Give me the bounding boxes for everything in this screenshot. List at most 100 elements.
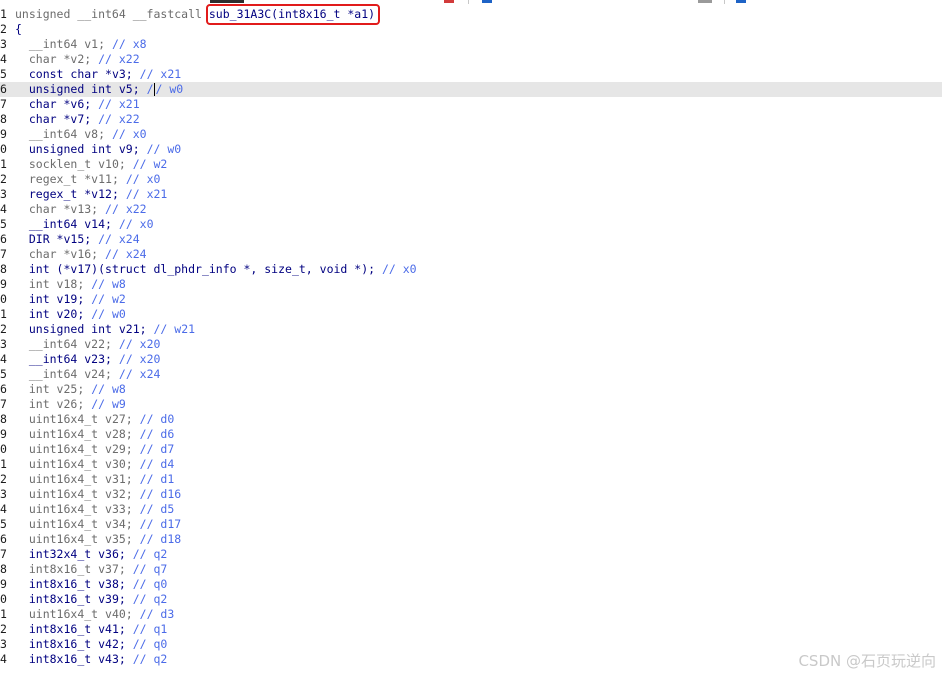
variable-declaration[interactable]: uint16x4_t v35; (29, 532, 133, 546)
code-line[interactable]: 7 int v26; // w9 (0, 397, 942, 412)
register-comment: // x21 (125, 187, 168, 201)
variable-declaration[interactable]: __int64 v8; (29, 127, 105, 141)
variable-declaration[interactable]: socklen_t v10; (29, 157, 126, 171)
variable-declaration[interactable]: int8x16_t v42; (29, 637, 126, 651)
variable-declaration[interactable]: char *v2; (29, 52, 91, 66)
code-line[interactable]: 0 unsigned int v9; // w0 (0, 142, 942, 157)
variable-declaration[interactable]: int v26; (29, 397, 84, 411)
register-comment: // x24 (118, 367, 161, 381)
tab-close-icon[interactable] (444, 0, 454, 3)
variable-declaration[interactable]: char *v13; (29, 202, 98, 216)
variable-declaration[interactable]: unsigned int v9; (29, 142, 140, 156)
variable-declaration[interactable]: __int64 v23; (29, 352, 112, 366)
variable-declaration[interactable]: uint16x4_t v33; (29, 502, 133, 516)
tab-indicator[interactable] (210, 0, 244, 3)
tab-indicator[interactable] (698, 0, 712, 3)
code-line[interactable]: 2 unsigned int v21; // w21 (0, 322, 942, 337)
code-line[interactable]: 1 int v20; // w0 (0, 307, 942, 322)
code-line[interactable]: 4 char *v13; // x22 (0, 202, 942, 217)
code-line[interactable]: 4 uint16x4_t v33; // d5 (0, 502, 942, 517)
variable-declaration[interactable]: __int64 v14; (29, 217, 112, 231)
variable-declaration[interactable]: uint16x4_t v31; (29, 472, 133, 486)
code-line[interactable]: 0 uint16x4_t v29; // d7 (0, 442, 942, 457)
code-line[interactable]: 6 DIR *v15; // x24 (0, 232, 942, 247)
line-number: 9 (0, 127, 7, 141)
line-number: 0 (0, 592, 7, 606)
variable-declaration[interactable]: int v18; (29, 277, 84, 291)
variable-declaration[interactable]: int v19; (29, 292, 84, 306)
code-line[interactable]: 4 char *v2; // x22 (0, 52, 942, 67)
code-line[interactable]: 9 __int64 v8; // x0 (0, 127, 942, 142)
code-line[interactable]: 4 __int64 v23; // x20 (0, 352, 942, 367)
code-line[interactable]: 2{ (0, 22, 942, 37)
line-number: 3 (0, 187, 7, 201)
register-comment: // w8 (91, 382, 126, 396)
variable-declaration[interactable]: int8x16_t v43; (29, 652, 126, 666)
variable-declaration[interactable]: uint16x4_t v30; (29, 457, 133, 471)
variable-declaration[interactable]: const char *v3; (29, 67, 133, 81)
code-line[interactable]: 8 char *v7; // x22 (0, 112, 942, 127)
code-line[interactable]: 7 int32x4_t v36; // q2 (0, 547, 942, 562)
code-line[interactable]: 2 uint16x4_t v31; // d1 (0, 472, 942, 487)
variable-declaration[interactable]: char *v6; (29, 97, 91, 111)
register-comment: // x22 (98, 52, 140, 66)
tab-icon[interactable] (482, 0, 492, 3)
variable-declaration[interactable]: regex_t *v12; (29, 187, 119, 201)
line-number: 2 (0, 322, 7, 336)
code-line[interactable]: 3 uint16x4_t v32; // d16 (0, 487, 942, 502)
variable-declaration[interactable]: __int64 v1; (29, 37, 105, 51)
variable-declaration[interactable]: int8x16_t v37; (29, 562, 126, 576)
variable-declaration[interactable]: uint16x4_t v40; (29, 607, 133, 621)
code-line[interactable]: 8 int (*v17)(struct dl_phdr_info *, size… (0, 262, 942, 277)
code-line[interactable]: 9 int8x16_t v38; // q0 (0, 577, 942, 592)
variable-declaration[interactable]: int (*v17)(struct dl_phdr_info *, size_t… (29, 262, 375, 276)
code-line[interactable]: 1 uint16x4_t v30; // d4 (0, 457, 942, 472)
variable-declaration[interactable]: regex_t *v11; (29, 172, 119, 186)
code-line[interactable]: 2 int8x16_t v41; // q1 (0, 622, 942, 637)
pseudocode-view[interactable]: 1 unsigned __int64 __fastcall sub_31A3C(i… (0, 7, 942, 667)
code-line[interactable]: 7 char *v6; // x21 (0, 97, 942, 112)
code-line[interactable]: 6 uint16x4_t v35; // d18 (0, 532, 942, 547)
code-line[interactable]: 9 int v18; // w8 (0, 277, 942, 292)
code-text: int8x16_t v39; // q2 (15, 592, 168, 607)
code-line[interactable]: 2 regex_t *v11; // x0 (0, 172, 942, 187)
code-line[interactable]: 5 __int64 v24; // x24 (0, 367, 942, 382)
code-line[interactable]: 9 uint16x4_t v28; // d6 (0, 427, 942, 442)
code-line[interactable]: 0 int v19; // w2 (0, 292, 942, 307)
code-line[interactable]: 6 unsigned int v5; / / w0 (0, 82, 942, 97)
code-line[interactable]: 0 int8x16_t v39; // q2 (0, 592, 942, 607)
code-line[interactable]: 1 uint16x4_t v40; // d3 (0, 607, 942, 622)
variable-declaration[interactable]: char *v16; (29, 247, 98, 261)
variable-declaration[interactable]: int v25; (29, 382, 84, 396)
variable-declaration[interactable]: int32x4_t v36; (29, 547, 126, 561)
tab-icon[interactable] (736, 0, 746, 3)
variable-declaration[interactable]: uint16x4_t v29; (29, 442, 133, 456)
variable-declaration[interactable]: char *v7; (29, 112, 91, 126)
variable-declaration[interactable]: __int64 v24; (29, 367, 112, 381)
variable-declaration[interactable]: unsigned int v21; (29, 322, 147, 336)
variable-declaration[interactable]: __int64 v22; (29, 337, 112, 351)
watermark: CSDN @石页玩逆向 (798, 652, 936, 670)
variable-declaration[interactable]: uint16x4_t v27; (29, 412, 133, 426)
code-line[interactable]: 1 unsigned __int64 __fastcall sub_31A3C(i… (0, 7, 942, 22)
code-line[interactable]: 7 char *v16; // x24 (0, 247, 942, 262)
code-line[interactable]: 8 uint16x4_t v27; // d0 (0, 412, 942, 427)
code-line[interactable]: 6 int v25; // w8 (0, 382, 942, 397)
code-line[interactable]: 8 int8x16_t v37; // q7 (0, 562, 942, 577)
variable-declaration[interactable]: uint16x4_t v34; (29, 517, 133, 531)
code-line[interactable]: 5 __int64 v14; // x0 (0, 217, 942, 232)
code-line[interactable]: 5 uint16x4_t v34; // d17 (0, 517, 942, 532)
variable-declaration[interactable]: int8x16_t v39; (29, 592, 126, 606)
variable-declaration[interactable]: int v20; (29, 307, 84, 321)
variable-declaration[interactable]: DIR *v15; (29, 232, 91, 246)
code-line[interactable]: 5 const char *v3; // x21 (0, 67, 942, 82)
variable-declaration[interactable]: int8x16_t v38; (29, 577, 126, 591)
code-line[interactable]: 1 socklen_t v10; // w2 (0, 157, 942, 172)
variable-declaration[interactable]: int8x16_t v41; (29, 622, 126, 636)
variable-declaration[interactable]: uint16x4_t v32; (29, 487, 133, 501)
code-line[interactable]: 3 __int64 v1; // x8 (0, 37, 942, 52)
variable-declaration[interactable]: unsigned int v5; (29, 82, 140, 96)
code-line[interactable]: 3 __int64 v22; // x20 (0, 337, 942, 352)
variable-declaration[interactable]: uint16x4_t v28; (29, 427, 133, 441)
code-line[interactable]: 3 regex_t *v12; // x21 (0, 187, 942, 202)
